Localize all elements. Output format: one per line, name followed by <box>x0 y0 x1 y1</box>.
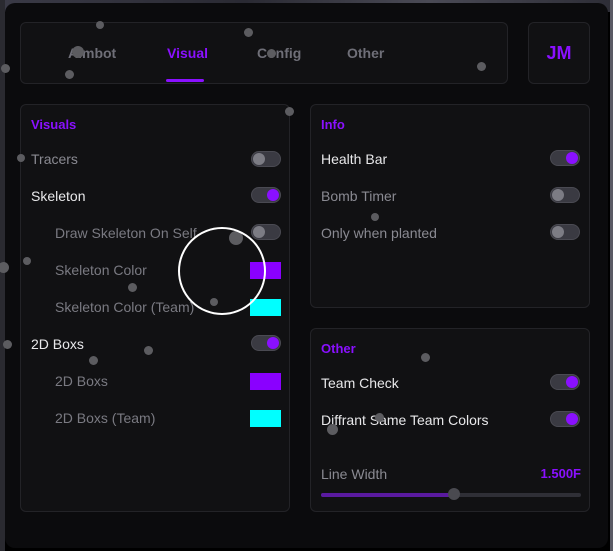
health-bar-label: Health Bar <box>321 151 388 167</box>
visuals-title: Visuals <box>31 117 77 132</box>
cursor-ring <box>178 227 266 315</box>
line-width-slider[interactable] <box>321 488 581 500</box>
particle-dot <box>327 424 338 435</box>
particle-dot <box>72 46 84 58</box>
particle-dot <box>128 283 137 292</box>
tab-other[interactable]: Other <box>347 45 384 61</box>
skeleton-toggle[interactable] <box>251 187 281 203</box>
2d-boxes-label: 2D Boxs <box>31 336 84 352</box>
team-check-label: Team Check <box>321 375 399 391</box>
skeleton-color-label: Skeleton Color <box>55 262 147 278</box>
bomb-timer-label: Bomb Timer <box>321 188 397 204</box>
other-title: Other <box>321 341 356 356</box>
other-panel: Other Team Check Diffrant Same Team Colo… <box>310 328 590 512</box>
particle-dot <box>89 356 98 365</box>
team-check-toggle[interactable] <box>550 374 580 390</box>
skeleton-label: Skeleton <box>31 188 86 204</box>
line-width-slider-handle[interactable] <box>447 488 460 500</box>
particle-dot <box>477 62 486 71</box>
draw-skeleton-on-self-toggle[interactable] <box>251 224 281 240</box>
avatar[interactable]: JM <box>528 22 590 84</box>
info-title: Info <box>321 117 345 132</box>
particle-dot <box>375 413 384 422</box>
particle-dot <box>421 353 430 362</box>
line-width-slider-fill <box>321 493 454 497</box>
tracers-toggle[interactable] <box>251 151 281 167</box>
line-width-value: 1.500F <box>540 466 581 481</box>
diffrant-same-team-colors-label: Diffrant Same Team Colors <box>321 412 489 428</box>
particle-dot <box>371 213 379 221</box>
diffrant-same-team-colors-toggle[interactable] <box>550 411 580 427</box>
2d-boxes-team-swatch[interactable] <box>250 410 281 427</box>
2d-boxes-color-swatch[interactable] <box>250 373 281 390</box>
tab-visual[interactable]: Visual <box>167 45 208 61</box>
line-width-label: Line Width <box>321 466 388 482</box>
particle-dot <box>3 340 12 349</box>
info-panel: Info Health Bar Bomb Timer Only when pla… <box>310 104 590 308</box>
particle-dot <box>244 28 253 37</box>
tab-config[interactable]: Config <box>257 45 301 61</box>
health-bar-toggle[interactable] <box>550 150 580 166</box>
tracers-label: Tracers <box>31 151 78 167</box>
skeleton-color-team-swatch[interactable] <box>250 299 281 316</box>
particle-dot <box>65 70 74 79</box>
active-tab-indicator <box>166 79 204 82</box>
particle-dot <box>96 21 104 29</box>
particle-dot <box>23 257 31 265</box>
particle-dot <box>144 346 153 355</box>
bomb-timer-toggle[interactable] <box>550 187 580 203</box>
only-when-planted-label: Only when planted <box>321 225 437 241</box>
2d-boxes-team-label: 2D Boxs (Team) <box>55 410 156 426</box>
particle-dot <box>1 64 10 73</box>
particle-dot <box>285 107 294 116</box>
2d-boxes-toggle[interactable] <box>251 335 281 351</box>
skeleton-color-team-label: Skeleton Color (Team) <box>55 299 195 315</box>
visuals-panel: Visuals Tracers Skeleton Draw Skeleton O… <box>20 104 290 512</box>
draw-skeleton-on-self-label: Draw Skeleton On Self <box>55 225 197 241</box>
only-when-planted-toggle[interactable] <box>550 224 580 240</box>
tab-bar: Aimbot Visual Config Other <box>20 22 508 84</box>
particle-dot <box>17 154 25 162</box>
2d-boxes-color-label: 2D Boxs <box>55 373 108 389</box>
particle-dot <box>267 49 276 58</box>
avatar-initials: JM <box>546 42 572 63</box>
